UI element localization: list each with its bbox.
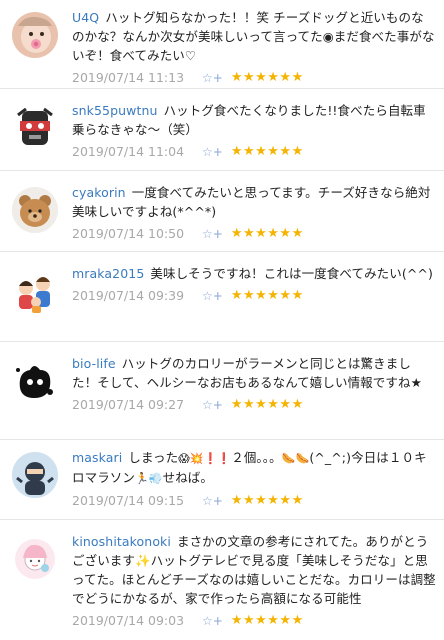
- star-rating: ★★★★★★: [230, 613, 304, 628]
- username-link[interactable]: bio-life: [72, 356, 116, 371]
- username-link[interactable]: maskari: [72, 450, 122, 465]
- avatar[interactable]: [12, 12, 58, 58]
- star-rating: ★★★★★★: [230, 226, 304, 241]
- star-rating: ★★★★★★: [230, 144, 304, 159]
- comment-item: bio-life ハットグのカロリーがラーメンと同じとは驚きました！そして、ヘルシ…: [0, 342, 444, 440]
- add-star-icon[interactable]: ☆+: [202, 71, 223, 85]
- add-star-icon[interactable]: ☆+: [202, 227, 223, 241]
- star-rating: ★★★★★★: [230, 288, 304, 303]
- comment-date: 2019/07/14 11:13: [72, 70, 185, 85]
- dash-emoji-icon: 💨: [148, 472, 163, 485]
- add-star-icon[interactable]: ☆+: [202, 145, 223, 159]
- hotdog-emoji-icon: 🌭: [281, 452, 296, 465]
- comment-item: kinoshitakonoki まさかの文章の参考にされてた。ありがとうございます…: [0, 520, 444, 640]
- comment-item: U4Q ハットグ知らなかった！！笑 チーズドッグと近いものなのかな？なんか次女が美…: [0, 0, 444, 89]
- avatar[interactable]: [12, 105, 58, 151]
- comment-date: 2019/07/14 09:15: [72, 493, 185, 508]
- comment-date: 2019/07/14 09:03: [72, 613, 185, 628]
- comment-item: snk55puwtnu ハットグ食べたくなりました!!食べたら自転車乗らなきゃな～…: [0, 89, 444, 171]
- comment-date: 2019/07/14 10:50: [72, 226, 185, 241]
- comment-item: maskari しまった😱💥❗❗２個。。。🌭🌭(^_^;)今日は１０キロマラソン🏃…: [0, 440, 444, 520]
- star-rating: ★★★★★★: [230, 493, 304, 508]
- hotdog-emoji-icon: 🌭: [295, 452, 310, 465]
- username-link[interactable]: kinoshitakonoki: [72, 534, 171, 549]
- comment-text: 美味しそうですね！これは一度食べてみたい(^^): [150, 266, 433, 281]
- comment-text: ハットグのカロリーがラーメンと同じとは驚きました！そして、ヘルシーなお店もあるな…: [72, 356, 422, 390]
- comment-date: 2019/07/14 09:39: [72, 288, 185, 303]
- exclamation-emoji-icon: ❗: [217, 452, 232, 465]
- username-link[interactable]: snk55puwtnu: [72, 103, 158, 118]
- comment-item: mraka2015 美味しそうですね！これは一度食べてみたい(^^) 2019/0…: [0, 252, 444, 342]
- exclamation-emoji-icon: ❗: [203, 452, 218, 465]
- star-rating: ★★★★★★: [230, 70, 304, 85]
- collision-emoji-icon: 💥: [189, 452, 204, 465]
- add-star-icon[interactable]: ☆+: [202, 614, 223, 628]
- avatar[interactable]: [12, 536, 58, 582]
- avatar[interactable]: [12, 268, 58, 314]
- add-star-icon[interactable]: ☆+: [202, 289, 223, 303]
- scream-emoji-icon: 😱: [178, 452, 190, 465]
- username-link[interactable]: U4Q: [72, 10, 99, 25]
- add-star-icon[interactable]: ☆+: [202, 398, 223, 412]
- add-star-icon[interactable]: ☆+: [202, 494, 223, 508]
- comment-list: U4Q ハットグ知らなかった！！笑 チーズドッグと近いものなのかな？なんか次女が美…: [0, 0, 444, 640]
- comment-date: 2019/07/14 11:04: [72, 144, 185, 159]
- comment-item: cyakorin 一度食べてみたいと思ってます。チーズ好きなら絶対美味しいですよね…: [0, 171, 444, 252]
- comment-date: 2019/07/14 09:27: [72, 397, 185, 412]
- username-link[interactable]: mraka2015: [72, 266, 144, 281]
- comment-text: しまった😱💥❗❗２個。。。🌭🌭(^_^;)今日は１０キロマラソン🏃💨せねば。: [72, 450, 427, 485]
- avatar[interactable]: [12, 358, 58, 404]
- avatar[interactable]: [12, 452, 58, 498]
- runner-emoji-icon: 🏃: [135, 472, 149, 485]
- star-rating: ★★★★★★: [230, 397, 304, 412]
- username-link[interactable]: cyakorin: [72, 185, 126, 200]
- comment-text: ハットグ知らなかった！！笑 チーズドッグと近いものなのかな？なんか次女が美味しい…: [72, 10, 435, 63]
- avatar[interactable]: [12, 187, 58, 233]
